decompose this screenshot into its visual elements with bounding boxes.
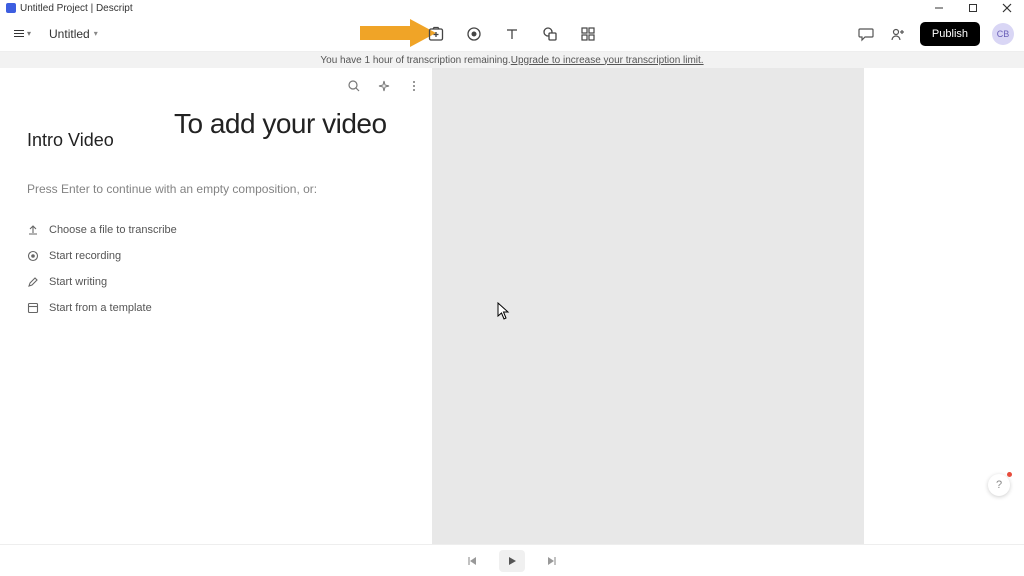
more-menu-icon[interactable] [406,78,422,94]
option-start-recording[interactable]: Start recording [27,250,177,262]
sparkle-icon[interactable] [376,78,392,94]
playback-bar [0,544,1024,576]
option-start-template[interactable]: Start from a template [27,302,177,314]
skip-forward-button[interactable] [539,550,565,572]
window-titlebar: Untitled Project | Descript [0,0,1024,16]
avatar[interactable]: CB [992,23,1014,45]
record-icon [27,250,39,262]
main-area: To add your video Intro Video Press Ente… [0,68,1024,544]
play-button[interactable] [499,550,525,572]
project-name-dropdown[interactable]: Untitled ▾ [45,23,102,45]
chevron-down-icon: ▾ [27,29,31,38]
empty-composition-hint: Press Enter to continue with an empty co… [27,182,317,196]
upgrade-link[interactable]: Upgrade to increase your transcription l… [511,55,704,66]
option-start-writing[interactable]: Start writing [27,276,177,288]
skip-back-button[interactable] [459,550,485,572]
chevron-down-icon: ▾ [94,29,98,38]
banner-text: You have 1 hour of transcription remaini… [320,55,510,66]
window-close[interactable] [990,0,1024,16]
add-media-button[interactable] [426,24,446,44]
script-panel: To add your video Intro Video Press Ente… [0,68,432,544]
pencil-icon [27,276,39,288]
canvas-area[interactable] [432,68,864,544]
templates-button[interactable] [578,24,598,44]
help-button[interactable]: ? [988,474,1010,496]
option-choose-file[interactable]: Choose a file to transcribe [27,224,177,236]
share-button[interactable] [888,24,908,44]
option-label: Start writing [49,276,107,288]
composition-title[interactable]: Intro Video [27,130,114,151]
app-icon [6,3,16,13]
shapes-tool-button[interactable] [540,24,560,44]
transcription-banner: You have 1 hour of transcription remaini… [0,52,1024,68]
option-label: Start recording [49,250,121,262]
window-title: Untitled Project | Descript [20,3,133,14]
publish-button[interactable]: Publish [920,22,980,46]
text-tool-button[interactable] [502,24,522,44]
sidebar-toggle[interactable]: ▾ [10,25,35,42]
record-button[interactable] [464,24,484,44]
option-label: Start from a template [49,302,152,314]
script-heading: To add your video [174,108,387,140]
template-icon [27,302,39,314]
comments-button[interactable] [856,24,876,44]
upload-icon [27,224,39,236]
main-toolbar: ▾ Untitled ▾ Publish [0,16,1024,52]
option-label: Choose a file to transcribe [49,224,177,236]
window-maximize[interactable] [956,0,990,16]
project-name-label: Untitled [49,27,90,41]
window-minimize[interactable] [922,0,956,16]
search-icon[interactable] [346,78,362,94]
